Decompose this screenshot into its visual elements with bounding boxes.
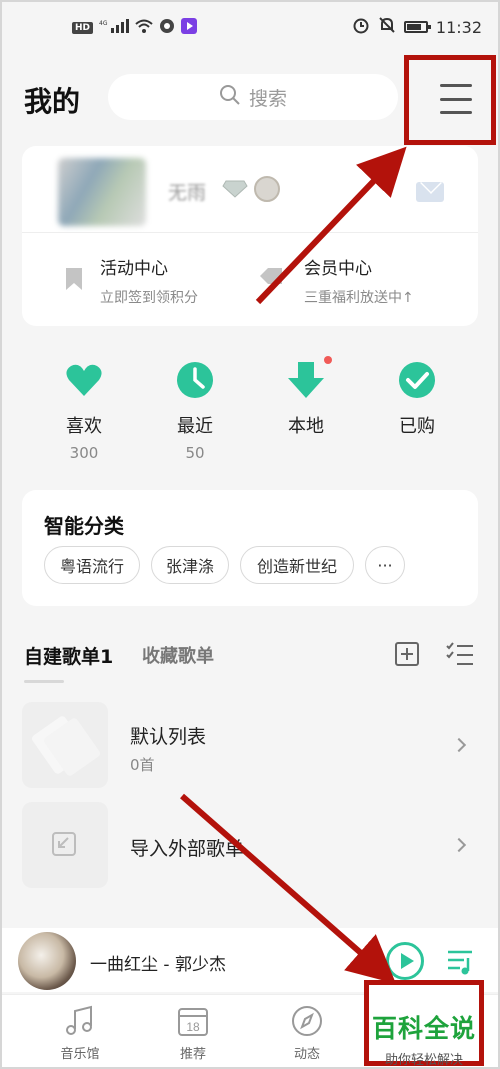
import-cover bbox=[22, 802, 108, 888]
mail-icon[interactable] bbox=[416, 182, 444, 202]
new-dot-indicator bbox=[324, 356, 332, 364]
status-left: HD 4G bbox=[72, 18, 198, 37]
nav-music-hall[interactable]: 音乐馆 bbox=[40, 1005, 120, 1062]
calendar-icon: 18 bbox=[177, 1005, 209, 1037]
avatar[interactable] bbox=[58, 158, 146, 226]
nav-recommend[interactable]: 18 推荐 bbox=[153, 1005, 233, 1062]
quick-label: 最近 bbox=[177, 416, 213, 437]
quick-favorite[interactable]: 喜欢 300 bbox=[24, 360, 144, 462]
play-icon[interactable] bbox=[386, 942, 424, 980]
playlist-cover bbox=[22, 702, 108, 788]
app-notification-icon bbox=[159, 18, 175, 37]
vip-title: 会员中心 bbox=[304, 259, 372, 279]
battery-icon bbox=[403, 21, 431, 33]
tab-self-playlists[interactable]: 自建歌单1 bbox=[24, 642, 113, 669]
music-note-icon bbox=[64, 1005, 96, 1037]
video-app-icon bbox=[181, 18, 198, 37]
now-playing-title[interactable]: 一曲红尘 - 郭少杰 bbox=[90, 950, 226, 975]
album-art[interactable] bbox=[18, 932, 76, 990]
wifi-icon bbox=[135, 19, 153, 36]
annotation-highlight-menu bbox=[404, 55, 496, 145]
mute-icon bbox=[378, 16, 396, 38]
vip-tag-icon bbox=[260, 266, 282, 286]
smart-categories-card: 智能分类 粤语流行 张津涤 创造新世纪 ··· bbox=[22, 490, 478, 606]
playlist-item-import[interactable]: 导入外部歌单 bbox=[0, 802, 500, 890]
category-chip[interactable]: 张津涤 bbox=[151, 546, 229, 584]
category-chip[interactable]: 创造新世纪 bbox=[240, 546, 354, 584]
smart-categories-title: 智能分类 bbox=[44, 514, 124, 538]
manage-list-icon[interactable] bbox=[446, 642, 474, 666]
search-bar[interactable]: 搜索 bbox=[108, 74, 398, 120]
activity-title: 活动中心 bbox=[100, 259, 168, 279]
hd-indicator: HD bbox=[72, 21, 94, 34]
signal-icon: 4G bbox=[99, 19, 130, 36]
heart-icon bbox=[64, 360, 104, 400]
tab-favorite-playlists[interactable]: 收藏歌单 bbox=[142, 642, 214, 668]
activity-subtitle: 立即签到领积分 bbox=[100, 290, 198, 306]
quick-purchased[interactable]: 已购 bbox=[357, 360, 477, 438]
watermark-main: 百科全说 bbox=[371, 1014, 476, 1043]
quick-label: 喜欢 bbox=[66, 416, 102, 437]
profile-card: 无雨 活动中心 立即签到领积分 会员中心 三重福利放送中↑ bbox=[22, 146, 478, 326]
chevron-right-icon bbox=[451, 837, 467, 853]
vip-center[interactable]: 会员中心 三重福利放送中↑ bbox=[304, 254, 414, 307]
playlist-queue-icon[interactable] bbox=[446, 946, 474, 976]
quick-label: 本地 bbox=[288, 416, 324, 437]
playlist-count: 0首 bbox=[130, 756, 155, 774]
divider bbox=[22, 232, 478, 233]
status-bar: HD 4G 11:32 bbox=[0, 0, 500, 56]
more-categories-button[interactable]: ··· bbox=[365, 546, 405, 584]
clock-time: 11:32 bbox=[435, 17, 482, 37]
search-icon bbox=[219, 84, 241, 111]
vip-subtitle: 三重福利放送中↑ bbox=[304, 290, 414, 306]
username[interactable]: 无雨 bbox=[168, 178, 206, 205]
watermark-logo: 百科全说 助你轻松解决 bbox=[364, 980, 484, 1068]
quick-count: 300 bbox=[69, 444, 99, 462]
download-icon bbox=[286, 356, 332, 400]
nav-feed[interactable]: 动态 bbox=[267, 1005, 347, 1062]
tab-indicator bbox=[24, 680, 64, 683]
status-right: 11:32 bbox=[352, 16, 482, 38]
category-chip[interactable]: 粤语流行 bbox=[44, 546, 140, 584]
quick-count: 50 bbox=[185, 444, 205, 462]
svg-text:4G: 4G bbox=[99, 20, 108, 27]
quick-local[interactable]: 本地 bbox=[246, 356, 366, 438]
clock-icon bbox=[175, 360, 215, 400]
bookmark-icon bbox=[64, 268, 84, 290]
svg-text:18: 18 bbox=[186, 1020, 200, 1034]
level-badge-icon[interactable] bbox=[254, 176, 280, 202]
playlist-name: 导入外部歌单 bbox=[130, 838, 245, 860]
playlist-item-default[interactable]: 默认列表 0首 bbox=[0, 702, 500, 790]
check-circle-icon bbox=[397, 360, 437, 400]
page-title: 我的 bbox=[24, 85, 81, 118]
watermark-sub: 助你轻松解决 bbox=[384, 1053, 463, 1068]
activity-center[interactable]: 活动中心 立即签到领积分 bbox=[100, 254, 198, 307]
nav-label: 音乐馆 bbox=[60, 1047, 100, 1062]
alarm-icon bbox=[352, 16, 370, 38]
diamond-badge-icon[interactable] bbox=[222, 180, 248, 198]
add-playlist-icon[interactable] bbox=[395, 642, 419, 666]
search-placeholder: 搜索 bbox=[248, 87, 287, 110]
chevron-right-icon bbox=[451, 737, 467, 753]
playlist-name: 默认列表 bbox=[130, 726, 207, 748]
quick-label: 已购 bbox=[399, 416, 435, 437]
compass-icon bbox=[291, 1005, 323, 1037]
nav-label: 推荐 bbox=[179, 1047, 206, 1062]
nav-label: 动态 bbox=[293, 1047, 320, 1062]
quick-recent[interactable]: 最近 50 bbox=[135, 360, 255, 462]
